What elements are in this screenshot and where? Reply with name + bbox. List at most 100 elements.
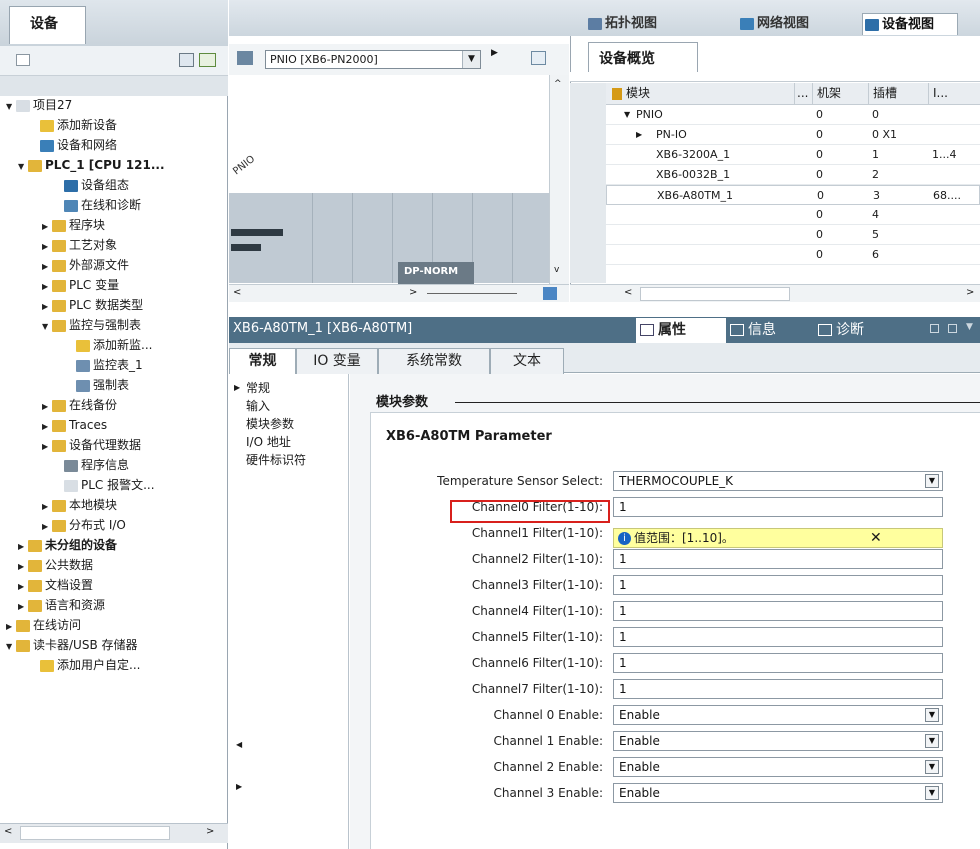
tree-item[interactable]: ▶ PLC 变量 [0, 276, 228, 296]
device-overview-tab[interactable]: 设备概览 [588, 42, 698, 72]
parameter-select[interactable]: THERMOCOUPLE_K ▼ [613, 471, 943, 491]
column-slot[interactable]: 插槽 [868, 83, 928, 105]
expand-arrow-icon[interactable]: ▶ [42, 237, 52, 256]
parameter-input[interactable]: 1 [613, 497, 943, 517]
column-io[interactable]: I... [928, 83, 980, 105]
overview-row[interactable]: 04 [606, 205, 980, 225]
expand-arrow-icon[interactable]: ▶ [42, 497, 52, 516]
nav-item[interactable]: 常规 [246, 380, 270, 396]
subtab-io-variables[interactable]: IO 变量 [296, 348, 378, 374]
tree-item[interactable]: ▶ 本地模块 [0, 496, 228, 516]
overview-row[interactable]: XB6-A80TM_1 0 3 68.... [606, 185, 980, 205]
expand-arrow-icon[interactable]: ▶ [42, 397, 52, 416]
tree-item[interactable]: ▶ Traces [0, 416, 228, 436]
expand-arrow-icon[interactable]: ▶ [42, 517, 52, 536]
tree-item[interactable]: ▼ 读卡器/USB 存储器 [0, 636, 228, 656]
column-more[interactable]: ... [794, 83, 812, 105]
dp-norm-module[interactable]: DP-NORM [398, 262, 474, 284]
tree-item[interactable]: ▼ PLC_1 [CPU 121... [0, 156, 228, 176]
scroll-left-icon[interactable]: < [4, 826, 12, 837]
collapse-left-icon[interactable]: ◀ [236, 740, 242, 749]
tab-info[interactable]: 信息 [726, 318, 814, 343]
scroll-left-icon[interactable]: < [624, 287, 632, 298]
device-view-tab[interactable]: 设备视图 [862, 13, 958, 35]
tree-item[interactable]: 监控表_1 [0, 356, 228, 376]
tree-item[interactable]: ▶ 分布式 I/O [0, 516, 228, 536]
tree-item[interactable]: ▶ 文档设置 [0, 576, 228, 596]
list-view-icon[interactable] [179, 53, 194, 67]
parameter-select[interactable]: Enable ▼ [613, 783, 943, 803]
zoom-slider[interactable] [427, 293, 517, 294]
expand-arrow-icon[interactable]: ▶ [18, 537, 28, 556]
tree-item[interactable]: 设备和网络 [0, 136, 228, 156]
nav-item[interactable]: 输入 [246, 398, 270, 414]
nav-item[interactable]: 模块参数 [246, 416, 294, 432]
new-doc-icon[interactable] [16, 54, 30, 66]
scroll-up-icon[interactable]: ^ [554, 79, 562, 89]
tree-item[interactable]: ▶ 外部源文件 [0, 256, 228, 276]
parameter-input[interactable]: 1 [613, 575, 943, 595]
column-module[interactable]: 模块 [606, 83, 794, 105]
tree-item[interactable]: ▼ 监控与强制表 [0, 316, 228, 336]
collapse-arrow-icon[interactable]: ▼ [18, 157, 28, 176]
nav-item[interactable]: 硬件标识符 [246, 452, 306, 468]
tree-item[interactable]: ▶ PLC 数据类型 [0, 296, 228, 316]
devices-tab[interactable]: 设备 [9, 6, 86, 44]
expand-arrow-icon[interactable]: ▶ [6, 617, 16, 636]
collapse-arrow-icon[interactable]: ▼ [42, 317, 52, 336]
subtab-system-constants[interactable]: 系统常数 [378, 348, 490, 374]
play-icon[interactable]: ▶ [491, 48, 498, 58]
chevron-down-icon[interactable]: ▼ [925, 786, 939, 800]
expand-arrow-icon[interactable]: ▶ [42, 437, 52, 456]
chevron-down-icon[interactable]: ▼ [925, 734, 939, 748]
parameter-select[interactable]: Enable ▼ [613, 757, 943, 777]
tree-item[interactable]: 设备组态 [0, 176, 228, 196]
scroll-right-icon[interactable]: > [966, 287, 974, 298]
scrollbar-thumb[interactable] [20, 826, 170, 840]
overview-toggle-icon[interactable] [531, 51, 546, 65]
tree-item[interactable]: ▶ 公共数据 [0, 556, 228, 576]
expand-arrow-icon[interactable]: ▶ [42, 417, 52, 436]
expand-arrow-icon[interactable]: ▶ [42, 277, 52, 296]
restore-icon[interactable] [930, 324, 939, 333]
tab-properties[interactable]: 属性 [636, 318, 726, 343]
parameter-input[interactable]: 1 [613, 679, 943, 699]
collapse-arrow-icon[interactable]: ▼ [6, 97, 16, 116]
tree-item[interactable]: 程序信息 [0, 456, 228, 476]
row-arrow-icon[interactable]: ▼ [624, 105, 630, 124]
parameter-input[interactable]: 1 [613, 627, 943, 647]
chevron-down-icon[interactable]: ▼ [925, 708, 939, 722]
collapse-right-icon[interactable]: ▶ [236, 782, 242, 791]
column-rack[interactable]: 机架 [812, 83, 868, 105]
expand-arrow-icon[interactable]: ▶ [18, 597, 28, 616]
zoom-fit-icon[interactable] [543, 287, 557, 300]
overview-row[interactable]: ▶ PN-IO 0 0 X1 [606, 125, 980, 145]
chevron-down-icon[interactable]: ▼ [966, 322, 973, 332]
chevron-down-icon[interactable]: ▼ [462, 51, 480, 68]
expand-arrow-icon[interactable]: ▶ [18, 557, 28, 576]
subtab-general[interactable]: 常规 [229, 348, 296, 375]
chevron-down-icon[interactable]: ▼ [925, 474, 939, 488]
expand-arrow-icon[interactable]: ▶ [42, 257, 52, 276]
overview-row[interactable]: 06 [606, 245, 980, 265]
tree-item[interactable]: 添加用户自定... [0, 656, 228, 676]
overview-row[interactable]: XB6-3200A_1 0 1 1...4 [606, 145, 980, 165]
expand-arrow-icon[interactable]: ▶ [42, 217, 52, 236]
tab-diagnostics[interactable]: 诊断 [814, 318, 904, 343]
graphic-horizontal-scrollbar[interactable]: < > [229, 284, 569, 302]
go-to-view-icon[interactable] [199, 53, 216, 67]
expand-arrow-icon[interactable]: ▶ [18, 577, 28, 596]
parameter-input[interactable]: 1 [613, 601, 943, 621]
tree-item[interactable]: ▶ 设备代理数据 [0, 436, 228, 456]
parameter-select[interactable]: Enable ▼ [613, 731, 943, 751]
tree-item[interactable]: PLC 报警文... [0, 476, 228, 496]
tree-item[interactable]: ▶ 程序块 [0, 216, 228, 236]
parameter-select[interactable]: Enable ▼ [613, 705, 943, 725]
tree-item[interactable]: ▶ 语言和资源 [0, 596, 228, 616]
parameter-input[interactable]: 1 [613, 549, 943, 569]
tree-item[interactable]: ▶ 工艺对象 [0, 236, 228, 256]
device-select-dropdown[interactable]: PNIO [XB6-PN2000] ▼ [265, 50, 481, 69]
collapse-arrow-icon[interactable]: ▼ [6, 637, 16, 656]
nav-expand-icon[interactable]: ▶ [234, 383, 240, 392]
overview-row[interactable]: 05 [606, 225, 980, 245]
